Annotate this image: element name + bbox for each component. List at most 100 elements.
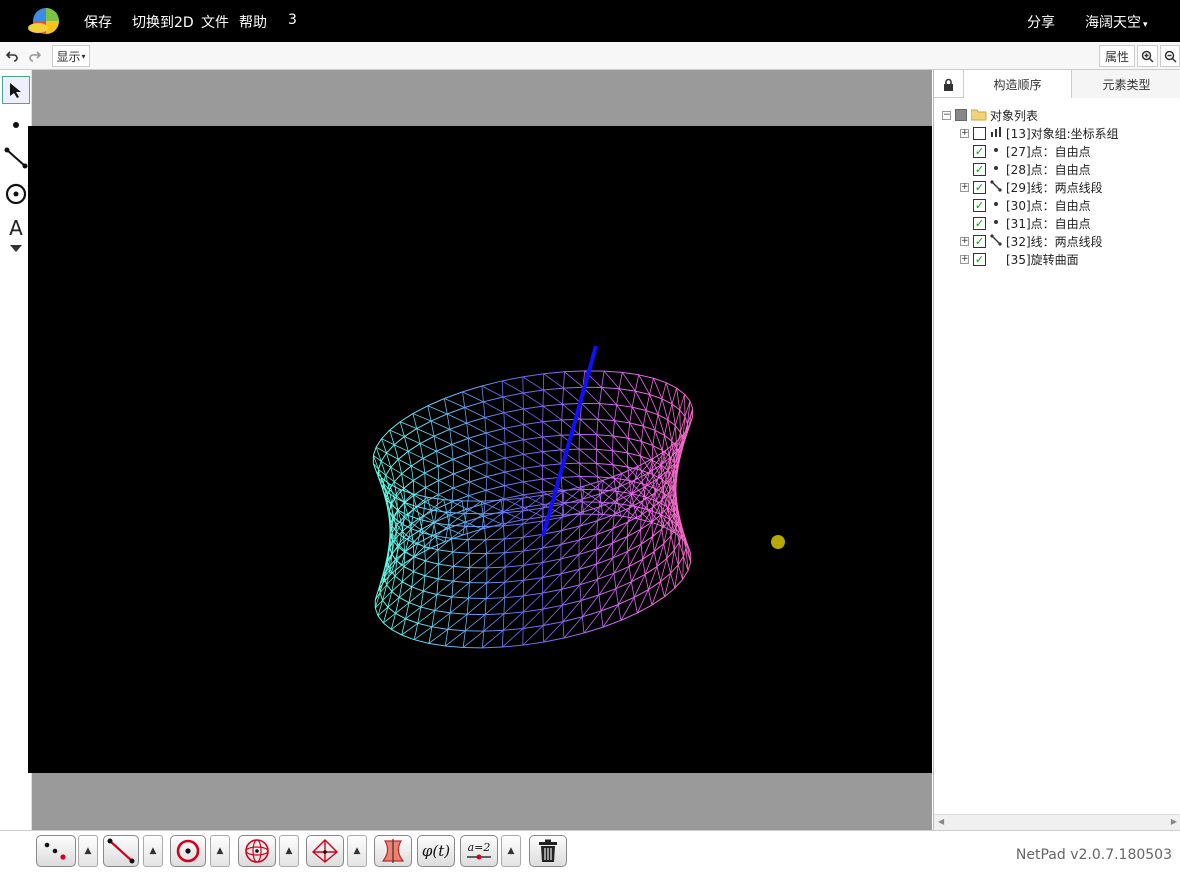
mesh-grid-line: [485, 582, 488, 599]
mesh-grid-line: [453, 552, 470, 567]
mesh-grid-line: [640, 441, 642, 457]
tab-construction-order[interactable]: 构造顺序: [964, 70, 1072, 98]
zoom-in-button[interactable]: [1137, 45, 1158, 67]
mesh-ring-line: [468, 489, 487, 497]
free-point[interactable]: [771, 535, 785, 549]
point-icon: [994, 165, 998, 170]
tree-item[interactable]: + ✓ [32]线：两点线段: [960, 232, 1103, 250]
mesh-grid-line: [627, 466, 630, 481]
circle-tool-button[interactable]: [170, 835, 206, 867]
mesh-grid-line: [466, 513, 484, 527]
display-dropdown[interactable]: 显示 ▾: [52, 45, 90, 67]
visibility-checkbox[interactable]: ✓: [973, 180, 986, 194]
expand-icon[interactable]: +: [960, 254, 969, 264]
text-tool[interactable]: A: [2, 214, 30, 242]
tree-item[interactable]: + ✓ [35]旋转曲面: [960, 250, 1079, 268]
visibility-checkbox[interactable]: ✓: [973, 144, 986, 158]
line-tool-button[interactable]: [103, 835, 139, 867]
mesh-grid-line: [504, 565, 524, 583]
segment-tool[interactable]: [2, 144, 30, 172]
rotation-surface-3d[interactable]: [28, 126, 932, 773]
visibility-checkbox[interactable]: ✓: [973, 234, 986, 248]
tree-item[interactable]: ✓ [30]点：自由点: [960, 196, 1091, 214]
file-menu[interactable]: 文件: [201, 12, 229, 32]
mesh-grid-line: [580, 600, 583, 617]
undo-button[interactable]: [2, 45, 22, 67]
tree-item[interactable]: ✓ [27]点：自由点: [960, 142, 1091, 160]
mesh-grid-line: [412, 413, 432, 422]
sphere-more-button[interactable]: ▲: [279, 835, 299, 867]
redo-button[interactable]: [25, 45, 45, 67]
expand-icon[interactable]: +: [960, 128, 969, 138]
mesh-grid-line: [578, 463, 581, 477]
point-tool[interactable]: [2, 111, 30, 139]
share-menu[interactable]: 分享: [1027, 12, 1055, 32]
mesh-grid-line: [433, 436, 437, 452]
mesh-ring-line: [503, 408, 524, 414]
tree-item[interactable]: ✓ [28]点：自由点: [960, 160, 1091, 178]
delete-button[interactable]: [529, 835, 567, 867]
zoom-out-button[interactable]: [1160, 45, 1180, 67]
expand-icon[interactable]: +: [960, 236, 969, 246]
tree-item[interactable]: + ✓ [29]线：两点线段: [960, 178, 1103, 196]
tree-item[interactable]: ✓ [31]点：自由点: [960, 214, 1091, 232]
polyhedron-more-button[interactable]: ▲: [347, 835, 367, 867]
line-more-button[interactable]: ▲: [143, 835, 163, 867]
mesh-ring-line: [483, 629, 504, 632]
mesh-ring-line: [430, 413, 448, 422]
mesh-ring-line: [403, 566, 414, 573]
switch-2d-menu[interactable]: 切换到2D: [132, 12, 194, 32]
slider-more-button[interactable]: ▲: [501, 835, 521, 867]
polyhedron-tool-button[interactable]: [306, 835, 344, 867]
visibility-checkbox[interactable]: ✓: [973, 216, 986, 230]
mesh-grid-line: [436, 580, 454, 595]
rotation-surface-tool-button[interactable]: [374, 835, 412, 867]
z-axis-segment[interactable]: [541, 345, 598, 537]
tree-root[interactable]: − 对象列表: [942, 106, 1038, 124]
sphere-tool-button[interactable]: [238, 835, 276, 867]
mesh-ring-line: [453, 481, 470, 489]
mesh-grid-line: [503, 412, 505, 429]
visibility-checkbox[interactable]: [973, 126, 986, 140]
slider-tool-button[interactable]: a=2: [460, 835, 498, 867]
help-menu[interactable]: 帮助: [239, 12, 267, 32]
collapse-icon[interactable]: −: [942, 110, 951, 120]
mesh-ring-line: [398, 450, 409, 460]
visibility-checkbox[interactable]: ✓: [973, 162, 986, 176]
mesh-ring-line: [399, 413, 414, 423]
segment-icon: [990, 179, 1002, 192]
properties-button[interactable]: 属性: [1099, 45, 1135, 67]
circle-more-button[interactable]: ▲: [210, 835, 230, 867]
lock-tab[interactable]: [934, 70, 964, 98]
point-icon: [994, 219, 998, 224]
mesh-grid-line: [438, 551, 454, 565]
netpad-logo[interactable]: [28, 6, 60, 36]
points-more-button[interactable]: ▲: [78, 835, 98, 867]
mesh-ring-line: [389, 421, 401, 431]
mesh-grid-line: [634, 390, 647, 411]
mesh-grid-line: [597, 579, 600, 596]
visibility-checkbox[interactable]: ✓: [973, 252, 986, 266]
mesh-grid-line: [654, 414, 659, 431]
tree-item[interactable]: + [13]对象组:坐标系组: [960, 124, 1119, 142]
tab-element-types[interactable]: 元素类型: [1072, 70, 1180, 98]
mesh-grid-line: [468, 481, 470, 496]
mesh-grid-line: [615, 588, 619, 605]
mesh-grid-line: [481, 385, 484, 402]
more-tools-button[interactable]: [2, 240, 30, 258]
horizontal-scrollbar[interactable]: ◀ ▶: [934, 814, 1180, 830]
3d-canvas[interactable]: [28, 126, 932, 773]
function-tool-button[interactable]: φ(t): [417, 835, 455, 867]
mesh-ring-line: [563, 632, 585, 639]
save-menu[interactable]: 保存: [84, 12, 112, 32]
points-tool-button[interactable]: [36, 835, 76, 867]
scroll-right-icon[interactable]: ▶: [1171, 817, 1177, 826]
select-tool[interactable]: [2, 76, 30, 104]
visibility-checkbox[interactable]: ✓: [973, 198, 986, 212]
mesh-grid-line: [413, 494, 415, 510]
expand-icon[interactable]: +: [960, 182, 969, 192]
scroll-left-icon[interactable]: ◀: [938, 817, 944, 826]
trash-icon: [539, 839, 557, 862]
circle-tool[interactable]: [2, 180, 30, 208]
user-menu[interactable]: 海阔天空 ▾: [1085, 12, 1148, 32]
